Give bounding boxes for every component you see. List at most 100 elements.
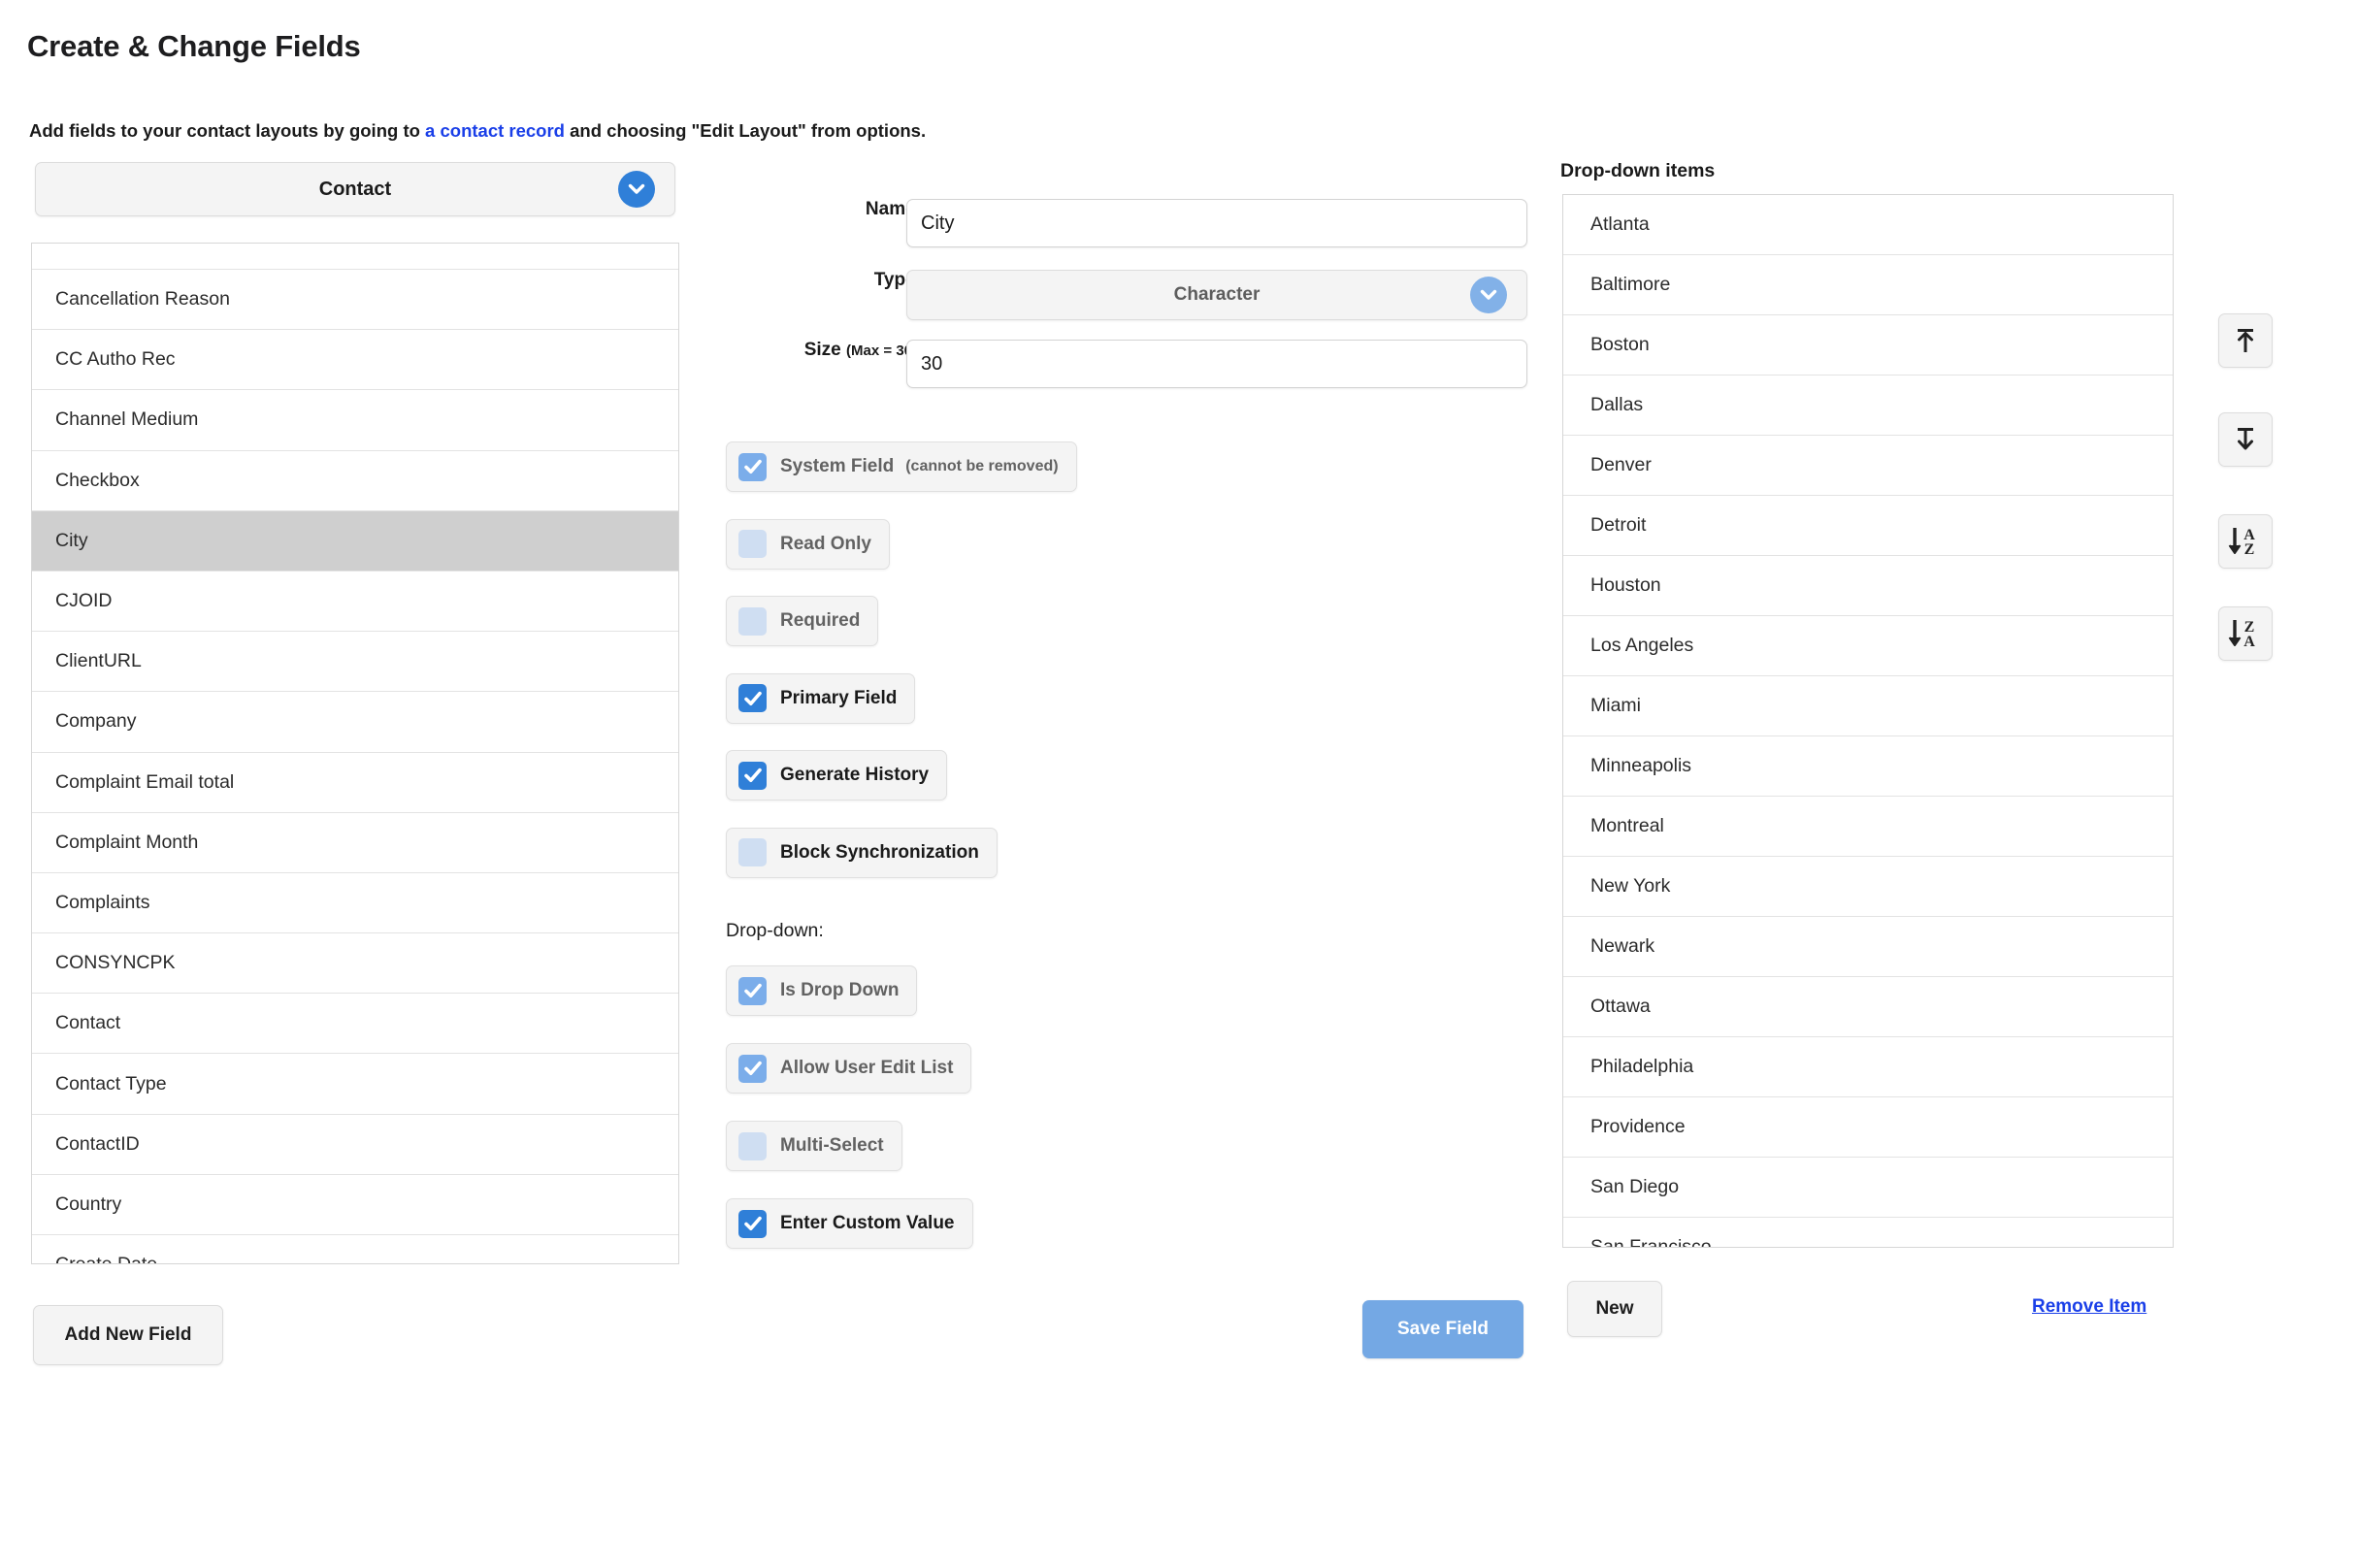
- checkmark-icon: [738, 684, 767, 712]
- dropdown-list-item[interactable]: San Francisco: [1563, 1218, 2173, 1247]
- field-list-item[interactable]: Channel Medium: [32, 390, 678, 451]
- page-title: Create & Change Fields: [27, 29, 361, 63]
- field-list-item[interactable]: ClientURL: [32, 632, 678, 693]
- field-list-item-label: Channel Medium: [55, 408, 199, 431]
- checkbox-label: Primary Field: [780, 687, 898, 708]
- checkbox-block-synchronization[interactable]: Block Synchronization: [726, 827, 998, 878]
- dropdown-list-item-label: Los Angeles: [1590, 635, 1694, 656]
- field-list-item[interactable]: Complaint Month: [32, 813, 678, 873]
- new-item-label: New: [1595, 1298, 1634, 1319]
- dropdown-list-item[interactable]: Houston: [1563, 556, 2173, 616]
- sort-az-icon: A Z: [2224, 524, 2267, 559]
- entity-selector[interactable]: Contact: [35, 162, 675, 216]
- field-list-item[interactable]: Company: [32, 692, 678, 753]
- dropdown-list-item[interactable]: New York: [1563, 857, 2173, 917]
- dropdown-list-item-label: Baltimore: [1590, 274, 1671, 295]
- checkbox-label: Enter Custom Value: [780, 1213, 955, 1233]
- checkmark-icon: [738, 1209, 767, 1238]
- field-list-item-label: Complaint Month: [55, 831, 199, 853]
- field-list-item-label: Contact: [55, 1012, 121, 1034]
- dropdown-list-item[interactable]: Atlanta: [1563, 195, 2173, 255]
- contact-record-link[interactable]: a contact record: [425, 120, 565, 141]
- dropdown-list-item-label: Montreal: [1590, 815, 1664, 836]
- empty-checkbox-icon: [738, 530, 767, 558]
- move-to-top-button[interactable]: [2218, 313, 2273, 368]
- dropdown-list-item[interactable]: Ottawa: [1563, 977, 2173, 1037]
- size-row: Size (Max = 30):: [747, 340, 922, 361]
- dropdown-list-item-label: Atlanta: [1590, 213, 1650, 235]
- checkbox-generate-history[interactable]: Generate History: [726, 750, 948, 800]
- move-to-bottom-button[interactable]: [2218, 412, 2273, 467]
- svg-text:Z: Z: [2244, 541, 2255, 558]
- sort-ascending-button[interactable]: A Z: [2218, 514, 2273, 569]
- field-list-item[interactable]: CONSYNCPK: [32, 933, 678, 995]
- dropdown-list-item-label: Dallas: [1590, 394, 1644, 415]
- checkmark-icon: [738, 976, 767, 1005]
- dropdown-list-item-label: Philadelphia: [1590, 1056, 1694, 1077]
- new-item-button[interactable]: New: [1567, 1281, 1662, 1337]
- save-field-button[interactable]: Save Field: [1362, 1300, 1523, 1358]
- field-list-item[interactable]: Country: [32, 1175, 678, 1235]
- remove-item-link[interactable]: Remove Item: [2032, 1296, 2146, 1318]
- field-size-input[interactable]: 30: [906, 340, 1527, 388]
- field-list-item-label: Complaint Email total: [55, 770, 235, 793]
- field-list-item-label: Country: [55, 1192, 122, 1215]
- field-type-select[interactable]: Character: [906, 270, 1527, 320]
- field-list[interactable]: Cancellation Reason CC Autho Rec Channel M…: [31, 243, 679, 1264]
- field-list-item[interactable]: Complaints: [32, 873, 678, 934]
- field-list-item-label: CJOID: [55, 590, 113, 612]
- dropdown-list-item-label: Minneapolis: [1590, 755, 1692, 776]
- sort-descending-button[interactable]: Z A: [2218, 606, 2273, 661]
- field-list-item[interactable]: CJOID: [32, 572, 678, 633]
- checkbox-primary-field[interactable]: Primary Field: [726, 672, 916, 724]
- move-to-bottom-icon: [2231, 424, 2260, 455]
- add-new-field-button[interactable]: Add New Field: [33, 1305, 223, 1365]
- dropdown-list-item[interactable]: Detroit: [1563, 496, 2173, 556]
- dropdown-list-item-label: Miami: [1590, 695, 1641, 716]
- field-list-item[interactable]: Checkbox: [32, 451, 678, 511]
- dropdown-list-item-label: Denver: [1590, 454, 1652, 475]
- field-list-item[interactable]: City: [32, 510, 678, 572]
- dropdown-list-item[interactable]: Minneapolis: [1563, 736, 2173, 797]
- dropdown-list-item-label: Houston: [1590, 574, 1661, 596]
- checkbox-label: Block Synchronization: [780, 841, 979, 863]
- field-list-item[interactable]: Create Date: [32, 1235, 678, 1263]
- dropdown-list-item[interactable]: Boston: [1563, 315, 2173, 376]
- checkbox-allow-user-edit-list: Allow User Edit List: [726, 1043, 972, 1094]
- dropdown-list-item-label: New York: [1590, 875, 1671, 897]
- dropdown-list-item-label: Ottawa: [1590, 996, 1651, 1017]
- chevron-down-icon: [1470, 277, 1507, 313]
- field-list-item-label: CC Autho Rec: [55, 348, 176, 371]
- checkbox-note: (cannot be removed): [905, 458, 1059, 474]
- dropdown-list-item[interactable]: Baltimore: [1563, 255, 2173, 315]
- dropdown-list-item[interactable]: Providence: [1563, 1097, 2173, 1158]
- field-list-item-label: CONSYNCPK: [55, 952, 176, 974]
- dropdown-list-item[interactable]: Dallas: [1563, 376, 2173, 436]
- field-list-item[interactable]: Contact: [32, 994, 678, 1055]
- field-list-item[interactable]: Contact Type: [32, 1054, 678, 1115]
- field-list-item[interactable]: Complaint Email total: [32, 753, 678, 813]
- dropdown-list-item[interactable]: San Diego: [1563, 1158, 2173, 1218]
- field-list-item-label: Create Date: [55, 1254, 157, 1263]
- dropdown-list-item[interactable]: Philadelphia: [1563, 1037, 2173, 1097]
- dropdown-list-item-label: Providence: [1590, 1116, 1686, 1137]
- dropdown-list-item[interactable]: Montreal: [1563, 797, 2173, 857]
- checkbox-label: Multi-Select: [780, 1135, 884, 1156]
- field-list-item[interactable]: CC Autho Rec: [32, 330, 678, 391]
- checkbox-required: Required: [726, 596, 879, 646]
- dropdown-items-list[interactable]: Atlanta Baltimore Boston Dallas Denver Detroi…: [1562, 194, 2174, 1248]
- field-list-item[interactable]: ContactID: [32, 1115, 678, 1175]
- size-label-main: Size: [803, 340, 841, 360]
- checkbox-label: System Field: [780, 456, 895, 476]
- dropdown-list-item[interactable]: Miami: [1563, 676, 2173, 736]
- dropdown-list-item[interactable]: Los Angeles: [1563, 616, 2173, 676]
- field-name-input[interactable]: City: [906, 199, 1527, 247]
- field-list-item[interactable]: Cancellation Reason: [32, 270, 678, 331]
- dropdown-list-item-label: San Diego: [1590, 1176, 1680, 1197]
- checkbox-enter-custom-value[interactable]: Enter Custom Value: [726, 1198, 973, 1249]
- field-size-value: 30: [921, 352, 943, 375]
- sort-za-icon: Z A: [2224, 616, 2267, 651]
- dropdown-list-item[interactable]: Denver: [1563, 436, 2173, 496]
- dropdown-list-item[interactable]: Newark: [1563, 917, 2173, 977]
- checkbox-read-only: Read Only: [726, 518, 890, 570]
